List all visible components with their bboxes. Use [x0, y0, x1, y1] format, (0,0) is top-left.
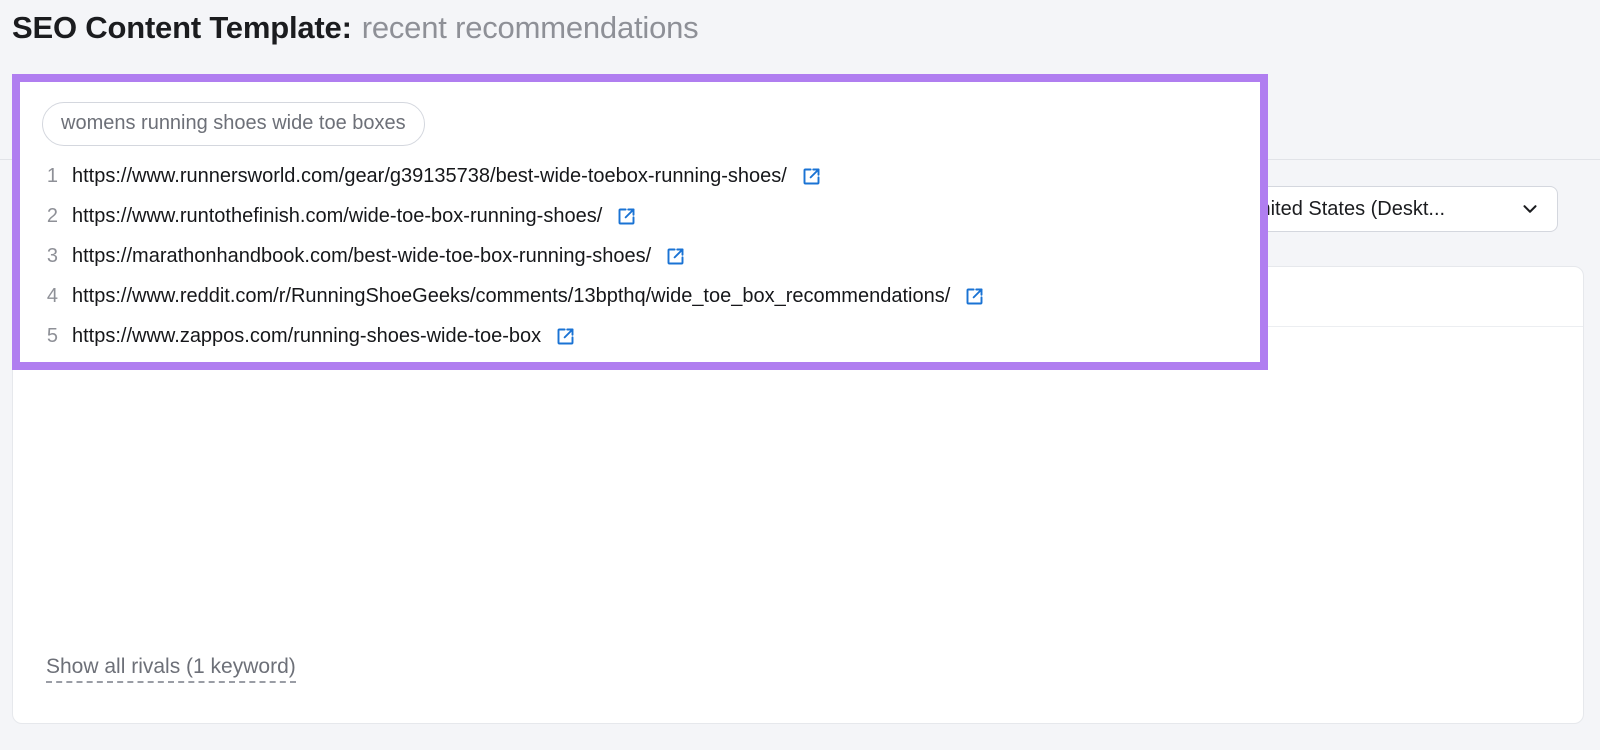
external-link-icon[interactable] [964, 286, 985, 307]
external-link-icon[interactable] [665, 246, 686, 267]
rivals-list: 1 https://www.runnersworld.com/gear/g391… [20, 156, 1260, 356]
rival-url: https://www.runtothefinish.com/wide-toe-… [72, 204, 603, 227]
external-link-icon[interactable] [616, 206, 637, 227]
rival-url: https://www.zappos.com/running-shoes-wid… [72, 324, 542, 347]
rival-rank: 5 [46, 324, 58, 347]
rival-rank: 4 [46, 284, 58, 307]
show-all-rivals-link[interactable]: Show all rivals (1 keyword) [46, 655, 296, 683]
page-title: SEO Content Template: recent recommendat… [12, 10, 699, 46]
external-link-icon[interactable] [801, 166, 822, 187]
rival-row: 2 https://www.runtothefinish.com/wide-to… [20, 196, 1260, 236]
seo-content-template-page: SEO Content Template: recent recommendat… [0, 0, 1600, 750]
rivals-highlight-box: womens running shoes wide toe boxes 1 ht… [12, 74, 1268, 370]
rival-rank: 1 [46, 164, 58, 187]
rival-rank: 3 [46, 244, 58, 267]
keyword-chip[interactable]: womens running shoes wide toe boxes [42, 102, 425, 146]
rival-row: 5 https://www.zappos.com/running-shoes-w… [20, 316, 1260, 356]
rival-url: https://www.runnersworld.com/gear/g39135… [72, 164, 787, 187]
rival-url: https://marathonhandbook.com/best-wide-t… [72, 244, 652, 267]
database-select[interactable]: United States (Deskt... [1228, 186, 1558, 232]
database-select-value: United States (Deskt... [1245, 197, 1446, 220]
page-title-subject: recent recommendations [361, 10, 699, 45]
page-title-main: SEO Content Template: [12, 10, 352, 45]
rival-row: 3 https://marathonhandbook.com/best-wide… [20, 236, 1260, 276]
chevron-down-icon [1519, 198, 1557, 220]
external-link-icon[interactable] [555, 326, 576, 347]
rival-rank: 2 [46, 204, 58, 227]
rival-row: 1 https://www.runnersworld.com/gear/g391… [20, 156, 1260, 196]
rival-row: 4 https://www.reddit.com/r/RunningShoeGe… [20, 276, 1260, 316]
rival-url: https://www.reddit.com/r/RunningShoeGeek… [72, 284, 951, 307]
